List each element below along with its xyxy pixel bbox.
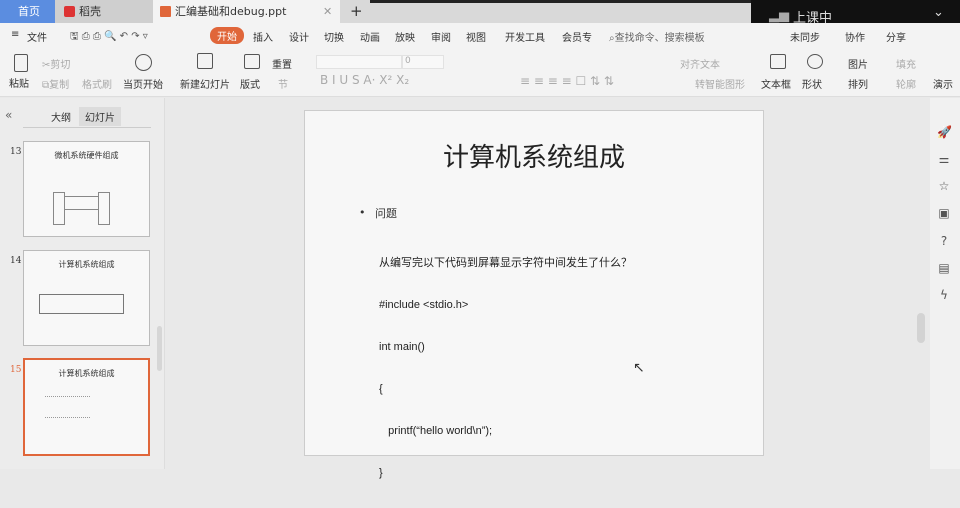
menu-developer[interactable]: 开发工具 [505,29,545,44]
slide-thumbnail[interactable]: 计算机系统组成 [23,250,150,346]
picture-button[interactable]: 图片 [848,56,868,71]
slide-title[interactable]: 计算机系统组成 [305,137,763,174]
slide-thumbnail-selected[interactable]: 计算机系统组成 [23,358,150,456]
mouse-cursor-icon: ↖ [633,360,645,376]
tab-daoke-label: 稻壳 [79,5,101,18]
question-line: 从编写完以下代码到屏幕显示字符中间发生了什么？ [379,257,632,269]
thumbnail-title: 计算机系统组成 [58,260,115,269]
image-settings-icon[interactable]: ▤ [937,261,951,275]
star-icon[interactable]: ☆ [937,179,951,193]
format-painter-button[interactable]: 格式刷 [82,76,112,91]
cut-label: 剪切 [50,60,71,71]
fill-button[interactable]: 填充 [896,56,916,71]
menu-design[interactable]: 设计 [289,29,309,44]
tab-slides[interactable]: 幻灯片 [79,107,121,126]
collapse-panel-icon[interactable]: « [5,108,12,122]
signal-bars-icon: ▂▅ [769,8,789,23]
cpu-box [53,192,65,225]
menu-home[interactable]: 开始 [210,27,244,44]
share-button[interactable]: 分享 [886,29,906,44]
new-slide-button[interactable]: 新建幻灯片 [180,76,230,91]
ppt-file-icon [160,6,171,17]
chevron-down-icon[interactable]: ⌄ [933,5,944,20]
outline-button[interactable]: 轮廓 [896,76,916,91]
code-line: int main() [379,341,425,353]
title-strip [370,0,752,3]
menu-slideshow[interactable]: 放映 [395,29,415,44]
section-button[interactable]: 节 [278,76,288,91]
present-button[interactable]: 演示 [933,76,953,91]
paste-icon[interactable] [14,54,28,72]
text-format-buttons[interactable]: B I U S A· X² X₂ [320,73,409,87]
reset-button[interactable]: 重置 [272,56,292,71]
slide-number: 15 [10,365,22,375]
code-line: } [379,467,383,479]
hamburger-icon[interactable]: ≡ [11,29,19,40]
bullet-text[interactable]: 问题 [375,205,397,221]
new-slide-icon[interactable] [197,53,213,69]
textbox-icon[interactable] [770,54,786,69]
smartart-button[interactable]: 转智能图形 [695,76,745,91]
tab-document[interactable]: 汇编基础和debug.ppt ✕ [153,0,340,23]
panel-scrollbar[interactable] [157,326,162,371]
font-size-select[interactable]: 0 [402,55,444,69]
ram-box [98,192,110,225]
tab-document-label: 汇编基础和debug.ppt [175,5,287,18]
code-block[interactable]: 从编写完以下代码到屏幕显示字符中间发生了什么？ #include <stdio.… [379,228,632,508]
shape-icon[interactable] [807,54,823,69]
code-line: #include <stdio.h> [379,299,469,311]
tab-outline[interactable]: 大纲 [51,109,71,124]
close-tab-icon[interactable]: ✕ [323,0,332,23]
slide-number: 14 [10,256,22,266]
panel-divider [23,127,151,128]
shape-button[interactable]: 形状 [802,76,822,91]
quick-access-icons[interactable]: 🖫 ⎙ ⎙ 🔍 ↶ ↷ ▿ [70,29,148,46]
screen-icon[interactable]: ▣ [937,206,951,220]
sliders-icon[interactable]: ⚌ [937,152,951,166]
search-placeholder: 查找命令、搜索模板 [614,33,705,44]
bus-lines [65,196,98,210]
menu-insert[interactable]: 插入 [253,29,273,44]
bullet-icon: • [359,206,366,219]
thumbnail-title: 计算机系统组成 [58,369,115,378]
layer-diagram [39,294,124,314]
slide-thumbnail[interactable]: 微机系统硬件组成 [23,141,150,237]
menu-animation[interactable]: 动画 [360,29,380,44]
rocket-icon[interactable]: 🚀 [937,125,952,139]
menu-transition[interactable]: 切换 [324,29,344,44]
textbox-button[interactable]: 文本框 [761,76,791,91]
canvas-scrollbar[interactable] [917,313,925,343]
tab-daoke[interactable]: 稻壳 [55,0,155,23]
menu-member[interactable]: 会员专 [562,29,592,44]
new-tab-button[interactable]: + [342,0,363,23]
align-text-button[interactable]: 对齐文本 [680,56,720,71]
slide[interactable]: 计算机系统组成 • 问题 从编写完以下代码到屏幕显示字符中间发生了什么？ #in… [304,110,764,479]
lightning-icon[interactable]: ϟ [937,288,951,302]
font-name-select[interactable] [316,55,402,69]
menu-review[interactable]: 审阅 [431,29,451,44]
cut-button[interactable]: ✂剪切 [42,56,70,71]
daoke-logo-icon [64,6,75,17]
layout-icon[interactable] [244,54,260,69]
menu-view[interactable]: 视图 [466,29,486,44]
arrange-button[interactable]: 排列 [848,76,868,91]
thumbnail-text [45,396,90,418]
copy-label: 复制 [49,80,70,91]
tab-home[interactable]: 首页 [0,0,55,23]
code-line: printf(“hello world\n”); [379,425,493,437]
play-current-button[interactable]: 当页开始 [123,76,163,91]
thumbnail-title: 微机系统硬件组成 [54,151,119,160]
paragraph-align-buttons[interactable]: ≡ ≡ ≡ ≡ ☐ ⇅ ⇅ [520,74,614,88]
slide-number: 13 [10,147,22,157]
code-line: { [379,383,383,395]
copy-button[interactable]: ⧉复制 [42,76,69,91]
play-icon[interactable] [135,54,152,71]
help-icon[interactable]: ? [937,234,951,248]
layout-button[interactable]: 版式 [240,76,260,91]
sync-status[interactable]: 未同步 [790,29,820,44]
collab-button[interactable]: 协作 [845,29,865,44]
menu-file[interactable]: 文件 [27,29,47,44]
search-command[interactable]: ⌕查找命令、搜索模板 [609,29,705,44]
paste-button[interactable]: 粘贴 [9,75,29,90]
